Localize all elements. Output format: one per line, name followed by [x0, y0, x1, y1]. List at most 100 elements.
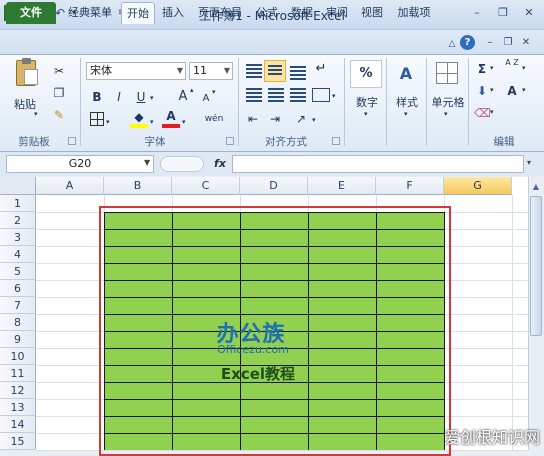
- tab-review[interactable]: 审阅: [322, 2, 352, 24]
- wrap-text-icon[interactable]: ↵: [312, 60, 330, 78]
- row-header-10[interactable]: 10: [0, 348, 36, 365]
- row-header-6[interactable]: 6: [0, 280, 36, 297]
- align-center-icon[interactable]: [268, 88, 284, 102]
- tab-formulas[interactable]: 公式: [252, 2, 282, 24]
- column-header-g[interactable]: G: [444, 177, 512, 195]
- insert-function-button[interactable]: fx: [210, 155, 230, 173]
- name-box-dropdown-icon[interactable]: ▼: [144, 158, 150, 167]
- row-header-1[interactable]: 1: [0, 195, 36, 212]
- minimize-ribbon-icon[interactable]: △: [444, 36, 460, 52]
- column-header-f[interactable]: F: [376, 177, 444, 195]
- scroll-up-icon[interactable]: ▲: [530, 181, 542, 193]
- copy-icon[interactable]: ❐: [50, 84, 68, 102]
- borders-dropdown-icon[interactable]: ▾: [106, 118, 110, 126]
- fill-down-icon[interactable]: ⬇: [474, 82, 490, 100]
- merge-center-icon[interactable]: [312, 88, 330, 102]
- paste-button[interactable]: [12, 58, 42, 92]
- column-header-a[interactable]: A: [36, 177, 104, 195]
- number-dropdown-icon[interactable]: ▾: [364, 110, 368, 118]
- row-header-3[interactable]: 3: [0, 229, 36, 246]
- clear-icon[interactable]: ⌫: [474, 104, 491, 122]
- number-format-button[interactable]: %: [350, 60, 382, 88]
- row-header-13[interactable]: 13: [0, 399, 36, 416]
- help-icon[interactable]: ?: [460, 35, 475, 50]
- workbook-restore-icon[interactable]: ❐: [500, 35, 516, 51]
- tab-file[interactable]: 文件: [6, 2, 56, 24]
- clipboard-launcher-icon[interactable]: [68, 137, 76, 145]
- styles-label[interactable]: 样式: [392, 94, 422, 110]
- row-header-12[interactable]: 12: [0, 382, 36, 399]
- font-name-combo[interactable]: 宋体 ▼: [86, 62, 186, 80]
- tab-insert[interactable]: 插入: [158, 2, 188, 24]
- sort-dropdown-icon[interactable]: ▾: [522, 64, 526, 72]
- row-header-5[interactable]: 5: [0, 263, 36, 280]
- clear-dropdown-icon[interactable]: ▾: [490, 108, 494, 116]
- find-select-button[interactable]: A: [502, 82, 522, 100]
- tab-home[interactable]: 开始: [121, 2, 155, 24]
- row-header-14[interactable]: 14: [0, 416, 36, 433]
- cut-icon[interactable]: ✂: [50, 62, 68, 80]
- workbook-close-icon[interactable]: ✕: [518, 35, 534, 51]
- row-header-8[interactable]: 8: [0, 314, 36, 331]
- orientation-icon[interactable]: ↗: [292, 110, 310, 128]
- column-header-e[interactable]: E: [308, 177, 376, 195]
- column-header-b[interactable]: B: [104, 177, 172, 195]
- workbook-minimize-icon[interactable]: –: [482, 35, 498, 51]
- align-left-icon[interactable]: [246, 88, 262, 102]
- row-header-7[interactable]: 7: [0, 297, 36, 314]
- column-header-d[interactable]: D: [240, 177, 308, 195]
- borders-icon[interactable]: [90, 112, 104, 126]
- styles-icon[interactable]: A: [392, 60, 420, 88]
- formula-bar-splitter[interactable]: [160, 156, 204, 172]
- underline-button[interactable]: U: [132, 88, 150, 106]
- tab-data[interactable]: 数据: [287, 2, 317, 24]
- merge-dropdown-icon[interactable]: ▾: [332, 92, 336, 100]
- styles-dropdown-icon[interactable]: ▾: [404, 110, 408, 118]
- alignment-launcher-icon[interactable]: [332, 137, 340, 145]
- align-bottom-icon[interactable]: [290, 66, 306, 80]
- close-icon[interactable]: ✕: [518, 4, 540, 22]
- align-top-icon[interactable]: [246, 64, 262, 78]
- fill-dropdown-icon[interactable]: ▾: [490, 86, 494, 94]
- scroll-thumb[interactable]: [530, 196, 542, 336]
- italic-button[interactable]: I: [110, 88, 128, 106]
- formula-input[interactable]: [232, 155, 524, 173]
- column-header-c[interactable]: C: [172, 177, 240, 195]
- cells-dropdown-icon[interactable]: ▾: [444, 110, 448, 118]
- find-dropdown-icon[interactable]: ▾: [522, 86, 526, 94]
- select-all-corner[interactable]: [0, 177, 36, 195]
- align-middle-button[interactable]: [264, 60, 286, 82]
- tab-view[interactable]: 视图: [357, 2, 387, 24]
- number-label[interactable]: 数字: [352, 94, 382, 110]
- tab-page-layout[interactable]: 页面布局: [193, 2, 247, 24]
- font-color-dropdown-icon[interactable]: ▾: [182, 118, 186, 126]
- font-launcher-icon[interactable]: [226, 137, 234, 145]
- cells-label[interactable]: 单元格: [430, 94, 466, 110]
- orientation-dropdown-icon[interactable]: ▾: [312, 116, 316, 124]
- row-header-11[interactable]: 11: [0, 365, 36, 382]
- restore-icon[interactable]: ❐: [492, 4, 514, 22]
- row-header-15[interactable]: 15: [0, 433, 36, 450]
- fill-color-dropdown-icon[interactable]: ▾: [150, 118, 154, 126]
- fill-color-icon[interactable]: ◆: [130, 110, 148, 128]
- cells-icon[interactable]: [436, 62, 458, 84]
- paste-dropdown-icon[interactable]: ▾: [34, 110, 38, 118]
- bold-button[interactable]: B: [88, 88, 106, 106]
- font-color-button[interactable]: A: [162, 108, 180, 128]
- row-header-2[interactable]: 2: [0, 212, 36, 229]
- row-header-4[interactable]: 4: [0, 246, 36, 263]
- font-size-combo[interactable]: 11 ▼: [189, 62, 233, 80]
- underline-dropdown-icon[interactable]: ▾: [150, 94, 154, 102]
- increase-indent-icon[interactable]: ⇥: [266, 110, 284, 128]
- align-right-icon[interactable]: [290, 88, 306, 102]
- minimize-icon[interactable]: –: [466, 4, 488, 22]
- format-painter-icon[interactable]: ✎: [50, 106, 68, 124]
- name-box[interactable]: G20: [6, 155, 154, 173]
- sort-filter-button[interactable]: A Z: [502, 58, 522, 80]
- tab-classic-menu[interactable]: 经典菜单: [62, 2, 118, 24]
- phonetic-guide-button[interactable]: wén: [202, 110, 226, 128]
- expand-formula-bar-icon[interactable]: ▾: [527, 158, 531, 167]
- tab-addins[interactable]: 加载项: [393, 2, 435, 24]
- autosum-button[interactable]: Σ: [474, 60, 490, 78]
- decrease-indent-icon[interactable]: ⇤: [244, 110, 262, 128]
